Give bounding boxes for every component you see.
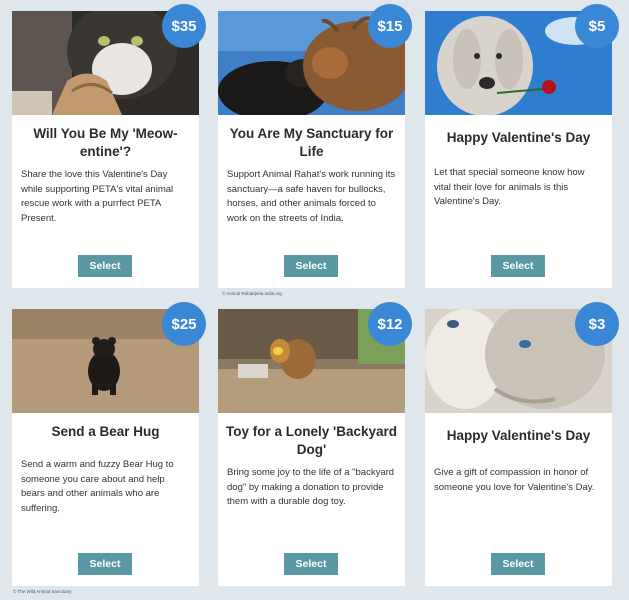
card-description: Give a gift of compassion in honor of so…: [434, 467, 595, 493]
gift-card-valentine-dog[interactable]: $5 Happy Valentine's Day Let that specia…: [425, 4, 619, 288]
gift-card-backyard-dog[interactable]: $12 Toy for a Lonely 'Backyard Dog' Brin…: [218, 302, 412, 586]
price-badge: $12: [368, 302, 412, 346]
select-button[interactable]: Select: [491, 255, 545, 277]
card-title: Happy Valentine's Day: [446, 130, 591, 145]
photo-credit-middle: © Animal Rahat/peta.india.org: [222, 291, 282, 296]
gift-card-meowentine[interactable]: $35 Will You Be My 'Meow-entine'? Share …: [12, 4, 206, 288]
select-button[interactable]: Select: [284, 553, 338, 575]
price-badge: $35: [162, 4, 206, 48]
card-description: Support Animal Rahat's work running its …: [227, 169, 396, 224]
price-badge: $5: [575, 4, 619, 48]
card-title: Send a Bear Hug: [51, 424, 160, 439]
select-button[interactable]: Select: [78, 255, 132, 277]
select-button[interactable]: Select: [78, 553, 132, 575]
select-button[interactable]: Select: [491, 553, 545, 575]
card-title: Toy for a Lonely 'Backyard Dog': [226, 424, 398, 457]
card-description: Send a warm and fuzzy Bear Hug to someon…: [21, 459, 174, 514]
card-title: You Are My Sanctuary for Life: [229, 126, 394, 159]
price-badge: $25: [162, 302, 206, 346]
select-button[interactable]: Select: [284, 255, 338, 277]
gift-card-valentine-goats[interactable]: $3 Happy Valentine's Day Give a gift of …: [425, 302, 619, 586]
photo-credit-bottom: © The Wild Animal Sanctuary: [13, 589, 72, 594]
card-description: Share the love this Valentine's Day whil…: [21, 169, 174, 224]
card-title: Will You Be My 'Meow-entine'?: [33, 126, 178, 159]
price-badge: $15: [368, 4, 412, 48]
card-description: Bring some joy to the life of a "backyar…: [227, 467, 395, 507]
card-title: Happy Valentine's Day: [446, 428, 591, 443]
price-badge: $3: [575, 302, 619, 346]
gift-card-sanctuary[interactable]: $15 You Are My Sanctuary for Life Suppor…: [218, 4, 412, 288]
card-description: Let that special someone know how vital …: [434, 167, 585, 207]
gift-card-bear-hug[interactable]: $25 Send a Bear Hug Send a warm and fuzz…: [12, 302, 206, 586]
